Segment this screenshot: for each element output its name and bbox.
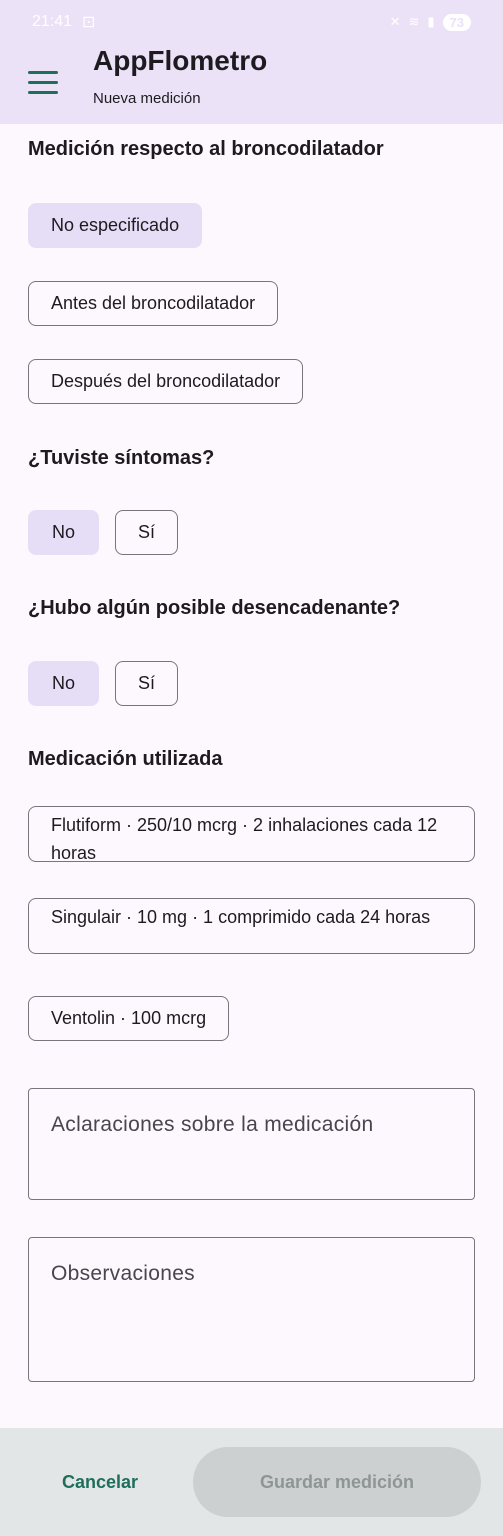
status-time: 21:41 xyxy=(32,13,73,30)
section-title-bronchodilator: Medición respecto al broncodilatador xyxy=(28,138,384,160)
chip-symptoms-no[interactable]: No xyxy=(28,510,99,555)
medication-notes-field[interactable]: Aclaraciones sobre la medicación xyxy=(28,1088,475,1200)
chip-trigger-no[interactable]: No xyxy=(28,661,99,706)
signal-icon: ▮ xyxy=(427,14,435,29)
save-measurement-button[interactable]: Guardar medición xyxy=(193,1447,481,1517)
chip-medication-ventolin[interactable]: Ventolin · 100 mcrg xyxy=(28,996,230,1041)
chip-no-especificado[interactable]: No especificado xyxy=(28,203,203,248)
observations-field[interactable]: Observaciones xyxy=(28,1237,475,1382)
section-title-trigger: ¿Hubo algún posible desencadenante? xyxy=(28,597,401,619)
chip-medication-singulair[interactable]: Singulair · 10 mg · 1 comprimido cada 24… xyxy=(28,898,475,954)
chip-trigger-yes[interactable]: Sí xyxy=(115,661,178,706)
app-title: AppFlometro xyxy=(93,45,268,76)
chip-antes-broncodilatador[interactable]: Antes del broncodilatador xyxy=(28,281,279,326)
page-subtitle: Nueva medición xyxy=(93,90,201,107)
chip-symptoms-yes[interactable]: Sí xyxy=(115,510,178,555)
section-title-symptoms: ¿Tuviste síntomas? xyxy=(28,447,215,469)
menu-icon[interactable] xyxy=(28,64,64,100)
status-bar: 21:41 ⊡ ✕ ≋ ▮ 73 xyxy=(0,0,503,44)
mute-icon: ✕ xyxy=(389,14,401,29)
section-title-medication: Medicación utilizada xyxy=(28,748,223,770)
cancel-button[interactable]: Cancelar xyxy=(36,1449,164,1515)
app-bar: AppFlometro Nueva medición xyxy=(0,44,503,124)
screenshot-icon: ⊡ xyxy=(82,14,96,31)
chip-medication-flutiform[interactable]: Flutiform · 250/10 mcrg · 2 inhalaciones… xyxy=(28,806,475,863)
wifi-icon: ≋ xyxy=(408,14,420,29)
chip-despues-broncodilatador[interactable]: Después del broncodilatador xyxy=(28,359,304,404)
battery-badge: 73 xyxy=(442,13,471,31)
